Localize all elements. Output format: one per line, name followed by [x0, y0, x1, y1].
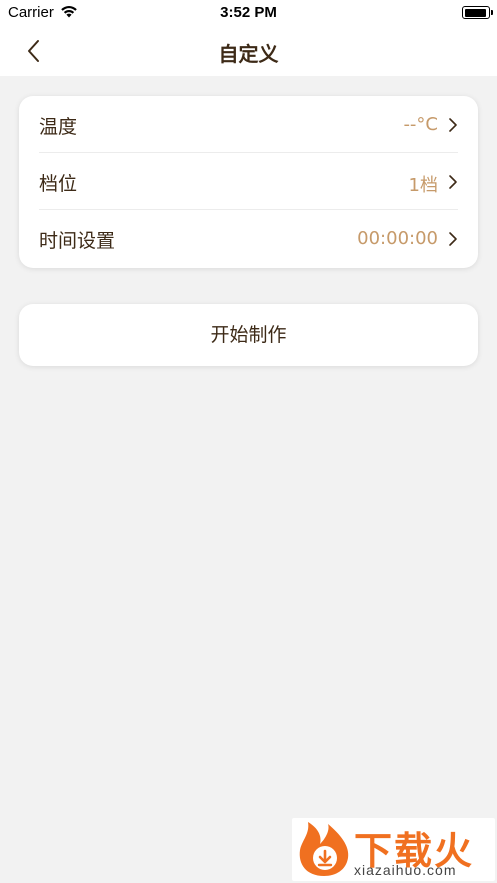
chevron-right-icon: [449, 232, 457, 246]
flame-logo-icon: [299, 822, 349, 876]
status-bar: Carrier 3:52 PM: [0, 0, 497, 26]
temperature-value: --°C: [403, 114, 438, 135]
time-setting-label: 时间设置: [39, 230, 116, 252]
gear-level-row[interactable]: 档位 1档: [39, 153, 458, 210]
navigation-bar: 自定义: [0, 26, 497, 76]
temperature-row[interactable]: 温度 --°C: [39, 96, 458, 153]
chevron-right-icon: [449, 175, 457, 189]
temperature-label: 温度: [39, 116, 78, 138]
page-title: 自定义: [218, 42, 279, 66]
start-making-button[interactable]: 开始制作: [19, 304, 478, 366]
watermark-url: xiazaihuo.com: [354, 862, 457, 878]
chevron-right-icon: [449, 118, 457, 132]
gear-level-label: 档位: [39, 173, 78, 195]
status-time: 3:52 PM: [220, 4, 277, 21]
battery-icon: [462, 6, 493, 19]
watermark: 下载火 xiazaihuo.com: [292, 818, 495, 881]
time-setting-value: 00:00:00: [357, 228, 438, 249]
gear-level-value: 1档: [408, 175, 438, 196]
time-setting-row[interactable]: 时间设置 00:00:00: [39, 210, 458, 267]
settings-card: 温度 --°C 档位 1档 时间设置 00:00:00: [19, 96, 478, 268]
